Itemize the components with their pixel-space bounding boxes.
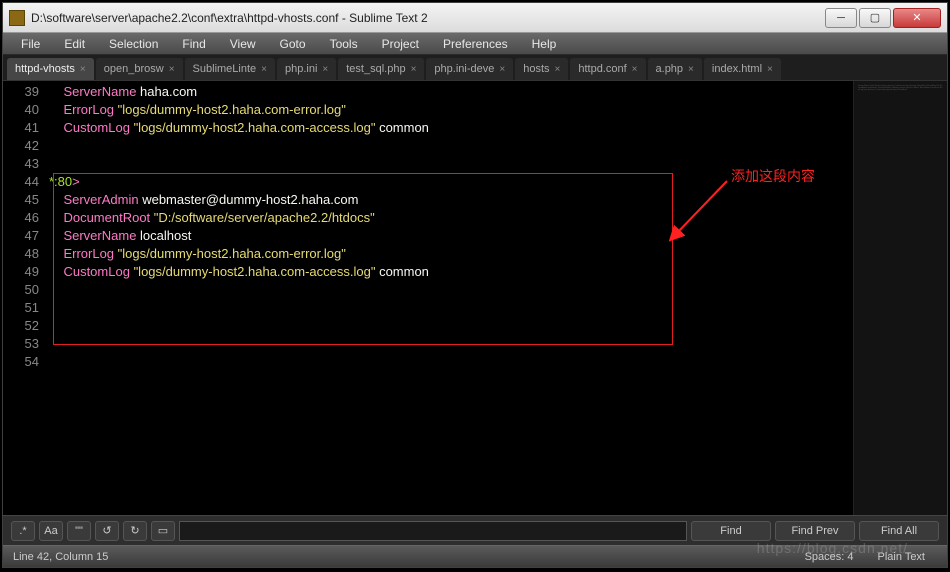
close-icon[interactable]: × <box>632 64 638 75</box>
code-line: ErrorLog "logs/dummy-host2.haha.com-erro… <box>49 101 853 119</box>
minimap-content: ServerName haha ErrorLog logs dummy Cust… <box>854 81 947 95</box>
menubar: FileEditSelectionFindViewGotoToolsProjec… <box>3 33 947 55</box>
line-number: 46 <box>3 209 39 227</box>
menu-preferences[interactable]: Preferences <box>431 37 520 51</box>
code-line: ServerName localhost <box>49 227 853 245</box>
in-selection-toggle[interactable]: ▭ <box>151 521 175 541</box>
tab-a-php[interactable]: a.php × <box>648 58 702 80</box>
close-icon[interactable]: × <box>322 64 328 75</box>
wrap-toggle[interactable]: ↻ <box>123 521 147 541</box>
close-icon[interactable]: × <box>767 64 773 75</box>
line-number: 54 <box>3 353 39 371</box>
code-line: ServerAdmin webmaster@dummy-host2.haha.c… <box>49 191 853 209</box>
cursor-position: Line 42, Column 15 <box>13 551 793 563</box>
code-line <box>49 353 853 371</box>
tab-test-sql-php[interactable]: test_sql.php × <box>338 58 424 80</box>
close-button[interactable]: ✕ <box>893 8 941 28</box>
watermark: https://blog.csdn.net/ <box>757 540 908 556</box>
close-icon[interactable]: × <box>688 64 694 75</box>
tab-hosts[interactable]: hosts × <box>515 58 568 80</box>
line-number: 50 <box>3 281 39 299</box>
line-number: 48 <box>3 245 39 263</box>
find-input[interactable] <box>179 521 687 541</box>
close-icon[interactable]: × <box>555 64 561 75</box>
window-controls: ─ ▢ ✕ <box>825 8 941 28</box>
line-number: 41 <box>3 119 39 137</box>
whole-word-toggle[interactable]: "" <box>67 521 91 541</box>
editor-area: 39404142434445464748495051525354 添加这段内容 … <box>3 81 947 515</box>
menu-find[interactable]: Find <box>170 37 217 51</box>
code-line <box>49 137 853 155</box>
close-icon[interactable]: × <box>411 64 417 75</box>
tab-php-ini[interactable]: php.ini × <box>277 58 336 80</box>
reverse-toggle[interactable]: ↺ <box>95 521 119 541</box>
find-all-button[interactable]: Find All <box>859 521 939 541</box>
line-number: 49 <box>3 263 39 281</box>
find-button[interactable]: Find <box>691 521 771 541</box>
line-number: 52 <box>3 317 39 335</box>
minimap[interactable]: ServerName haha ErrorLog logs dummy Cust… <box>853 81 947 515</box>
code-line: CustomLog "logs/dummy-host2.haha.com-acc… <box>49 263 853 281</box>
tab-php-ini-deve[interactable]: php.ini-deve × <box>426 58 513 80</box>
tab-label: httpd-vhosts <box>15 63 75 75</box>
tab-label: hosts <box>523 63 549 75</box>
menu-file[interactable]: File <box>9 37 52 51</box>
tab-label: a.php <box>656 63 684 75</box>
titlebar: D:\software\server\apache2.2\conf\extra\… <box>3 3 947 33</box>
tab-open-brosw[interactable]: open_brosw × <box>96 58 183 80</box>
tab-httpd-vhosts[interactable]: httpd-vhosts × <box>7 58 94 80</box>
code-line <box>49 317 853 335</box>
minimize-button[interactable]: ─ <box>825 8 857 28</box>
find-prev-button[interactable]: Find Prev <box>775 521 855 541</box>
menu-project[interactable]: Project <box>370 37 431 51</box>
line-number: 40 <box>3 101 39 119</box>
tab-sublimelinte[interactable]: SublimeLinte × <box>185 58 275 80</box>
code-line <box>49 281 853 299</box>
tab-label: index.html <box>712 63 762 75</box>
line-number: 53 <box>3 335 39 353</box>
menu-tools[interactable]: Tools <box>318 37 370 51</box>
menu-selection[interactable]: Selection <box>97 37 170 51</box>
line-number: 43 <box>3 155 39 173</box>
code-line <box>49 335 853 353</box>
tab-label: php.ini <box>285 63 317 75</box>
line-number: 47 <box>3 227 39 245</box>
regex-toggle[interactable]: .* <box>11 521 35 541</box>
line-number-gutter: 39404142434445464748495051525354 <box>3 81 49 515</box>
tab-label: SublimeLinte <box>193 63 257 75</box>
tab-label: httpd.conf <box>578 63 626 75</box>
close-icon[interactable]: × <box>499 64 505 75</box>
code-line <box>49 299 853 317</box>
app-window: D:\software\server\apache2.2\conf\extra\… <box>2 2 948 568</box>
tab-label: php.ini-deve <box>434 63 494 75</box>
code-line: CustomLog "logs/dummy-host2.haha.com-acc… <box>49 119 853 137</box>
code-line: ErrorLog "logs/dummy-host2.haha.com-erro… <box>49 245 853 263</box>
line-number: 51 <box>3 299 39 317</box>
code-line: DocumentRoot "D:/software/server/apache2… <box>49 209 853 227</box>
app-icon <box>9 10 25 26</box>
menu-edit[interactable]: Edit <box>52 37 97 51</box>
tab-label: open_brosw <box>104 63 164 75</box>
case-toggle[interactable]: Aa <box>39 521 63 541</box>
line-number: 45 <box>3 191 39 209</box>
close-icon[interactable]: × <box>169 64 175 75</box>
line-number: 39 <box>3 83 39 101</box>
close-icon[interactable]: × <box>261 64 267 75</box>
tab-index-html[interactable]: index.html × <box>704 58 781 80</box>
code-line: ServerName haha.com <box>49 83 853 101</box>
menu-help[interactable]: Help <box>520 37 569 51</box>
annotation-text: 添加这段内容 <box>731 167 815 185</box>
window-title: D:\software\server\apache2.2\conf\extra\… <box>31 11 825 25</box>
menu-goto[interactable]: Goto <box>268 37 318 51</box>
menu-view[interactable]: View <box>218 37 268 51</box>
code-content[interactable]: 添加这段内容 ServerName haha.com ErrorLog "log… <box>49 81 853 515</box>
tab-label: test_sql.php <box>346 63 405 75</box>
maximize-button[interactable]: ▢ <box>859 8 891 28</box>
close-icon[interactable]: × <box>80 64 86 75</box>
tabbar: httpd-vhosts×open_brosw×SublimeLinte×php… <box>3 55 947 81</box>
line-number: 42 <box>3 137 39 155</box>
tab-httpd-conf[interactable]: httpd.conf × <box>570 58 645 80</box>
line-number: 44 <box>3 173 39 191</box>
